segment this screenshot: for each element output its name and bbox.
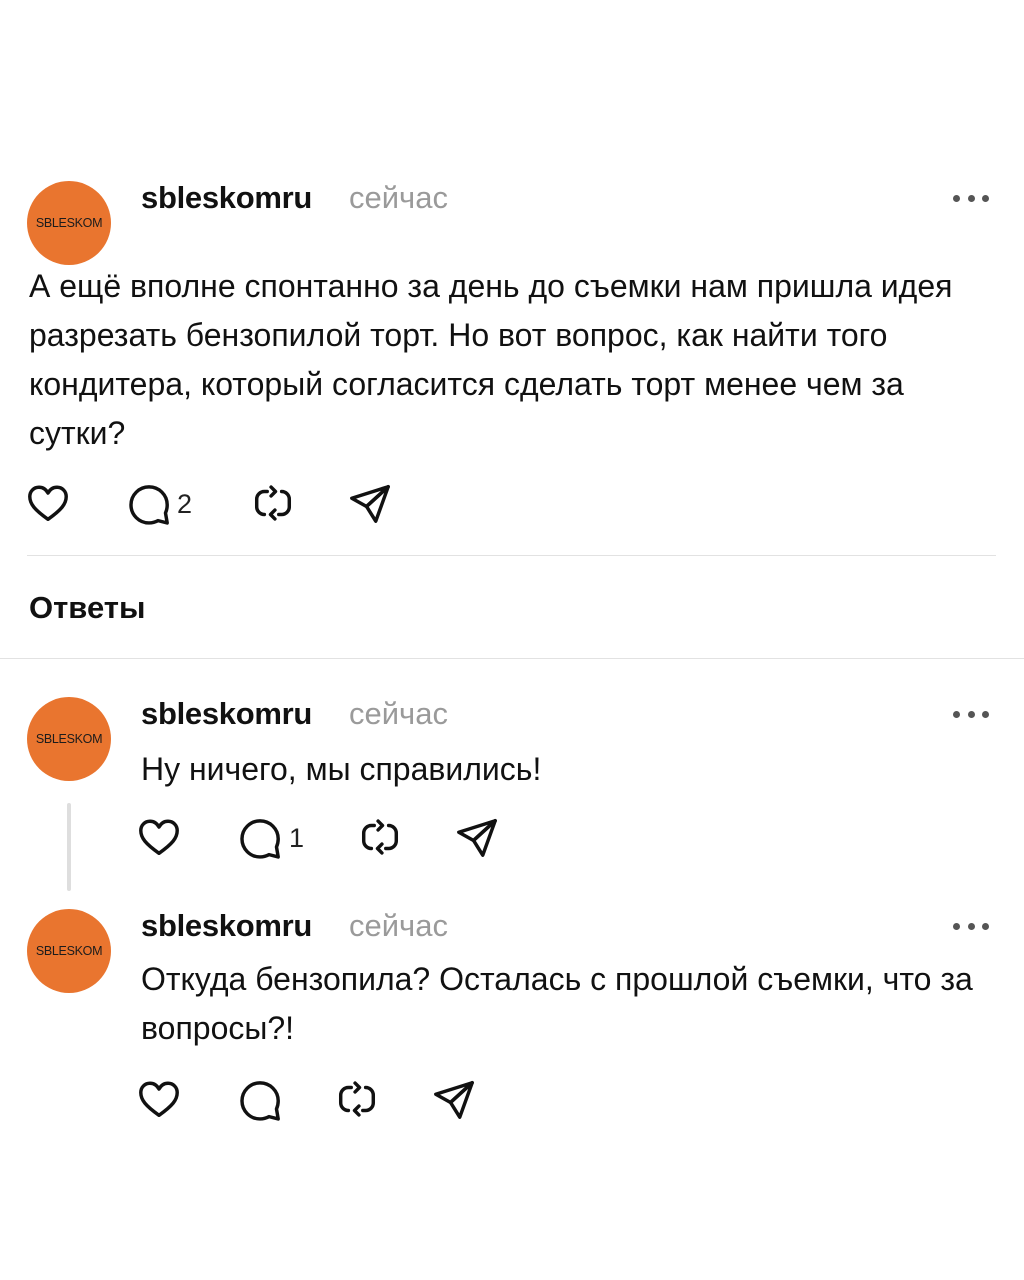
share-button[interactable]: [431, 1076, 477, 1122]
heart-icon: [139, 819, 179, 856]
repost-button[interactable]: [334, 1076, 380, 1122]
comment-icon: [129, 485, 169, 525]
more-icon: [953, 710, 960, 718]
post-divider: [27, 555, 996, 556]
more-icon: [953, 194, 960, 202]
like-button[interactable]: [136, 814, 182, 860]
more-options-button[interactable]: [953, 708, 989, 720]
comment-count: 1: [289, 823, 305, 853]
more-icon: [953, 922, 960, 930]
avatar[interactable]: SBLESKOM: [27, 181, 111, 265]
avatar[interactable]: SBLESKOM: [27, 909, 111, 993]
avatar[interactable]: SBLESKOM: [27, 697, 111, 781]
repost-icon: [361, 819, 399, 855]
like-button[interactable]: [25, 480, 71, 526]
post-text: А ещё вполне спонтанно за день до съемки…: [29, 268, 953, 451]
comment-icon: [240, 1081, 280, 1121]
like-button[interactable]: [136, 1076, 182, 1122]
more-options-button[interactable]: [953, 192, 989, 204]
thread-line: [67, 803, 71, 891]
repost-icon: [338, 1081, 376, 1117]
reply-text: Откуда бензопила? Осталась с прошлой съе…: [141, 961, 973, 1046]
reply-time: сейчас: [349, 696, 448, 731]
avatar-logo-text: SBLESKOM: [35, 944, 103, 958]
avatar-logo-text: SBLESKOM: [35, 732, 103, 746]
repost-icon: [254, 485, 292, 521]
comment-icon: [240, 819, 280, 859]
share-icon: [350, 484, 390, 523]
post-time: сейчас: [349, 180, 448, 215]
replies-divider: [0, 658, 1024, 659]
more-options-button[interactable]: [953, 920, 989, 932]
reply-time: сейчас: [349, 908, 448, 943]
share-icon: [434, 1080, 474, 1119]
share-button[interactable]: [347, 480, 393, 526]
share-icon: [457, 818, 497, 857]
replies-heading: Ответы: [29, 590, 146, 625]
reply-username[interactable]: sbleskomru: [141, 908, 312, 944]
avatar-logo-text: SBLESKOM: [35, 216, 103, 230]
reply-username[interactable]: sbleskomru: [141, 696, 312, 732]
comment-button[interactable]: [237, 814, 283, 860]
heart-icon: [28, 485, 68, 522]
repost-button[interactable]: [250, 480, 296, 526]
comment-button[interactable]: [237, 1076, 283, 1122]
share-button[interactable]: [454, 814, 500, 860]
comment-count: 2: [177, 489, 193, 519]
heart-icon: [139, 1081, 179, 1118]
comment-button[interactable]: [126, 480, 172, 526]
post-username[interactable]: sbleskomru: [141, 180, 312, 216]
reply-text: Ну ничего, мы справились!: [141, 751, 542, 787]
repost-button[interactable]: [357, 814, 403, 860]
